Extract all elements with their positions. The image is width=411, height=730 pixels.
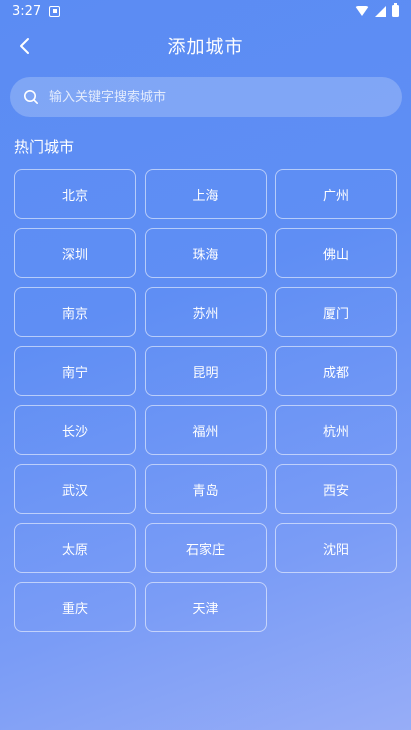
notification-icon: [49, 5, 61, 17]
city-button[interactable]: 成都: [275, 346, 397, 396]
city-button[interactable]: 武汉: [14, 464, 136, 514]
signal-icon: [375, 5, 386, 17]
city-button[interactable]: 西安: [275, 464, 397, 514]
status-icons: [355, 3, 399, 17]
city-button[interactable]: 珠海: [144, 228, 267, 278]
city-button[interactable]: 上海: [144, 169, 267, 219]
back-button[interactable]: [10, 30, 40, 62]
city-button[interactable]: 北京: [14, 169, 136, 219]
header: 添加城市: [0, 28, 411, 64]
search-box[interactable]: [10, 77, 402, 117]
city-button[interactable]: 广州: [275, 169, 397, 219]
search-input[interactable]: [49, 77, 402, 117]
city-button[interactable]: 太原: [14, 523, 136, 573]
search-icon: [24, 90, 38, 104]
city-button[interactable]: 沈阳: [275, 523, 397, 573]
city-button[interactable]: 苏州: [144, 287, 267, 337]
city-button[interactable]: 昆明: [144, 346, 267, 396]
city-button[interactable]: 深圳: [14, 228, 136, 278]
hot-cities-grid: 北京 上海 广州 深圳 珠海 佛山 南京 苏州 厦门 南宁 昆明 成都 长沙 福…: [14, 169, 397, 632]
page-title: 添加城市: [167, 37, 244, 58]
status-bar: 3:27: [0, 0, 411, 22]
city-button[interactable]: 长沙: [14, 405, 136, 455]
wifi-icon: [355, 6, 369, 16]
city-button[interactable]: 青岛: [144, 464, 267, 514]
battery-icon: [392, 3, 399, 17]
city-button[interactable]: 南京: [14, 287, 136, 337]
city-button[interactable]: 福州: [144, 405, 267, 455]
status-time: 3:27: [12, 3, 42, 19]
city-button[interactable]: 重庆: [14, 582, 136, 632]
chevron-left-icon: [20, 38, 29, 54]
city-button[interactable]: 杭州: [275, 405, 397, 455]
city-button[interactable]: 天津: [144, 582, 267, 632]
city-button[interactable]: 石家庄: [144, 523, 267, 573]
hot-cities-title: 热门城市: [14, 138, 75, 156]
city-button[interactable]: 南宁: [14, 346, 136, 396]
city-button[interactable]: 厦门: [275, 287, 397, 337]
city-button[interactable]: 佛山: [275, 228, 397, 278]
